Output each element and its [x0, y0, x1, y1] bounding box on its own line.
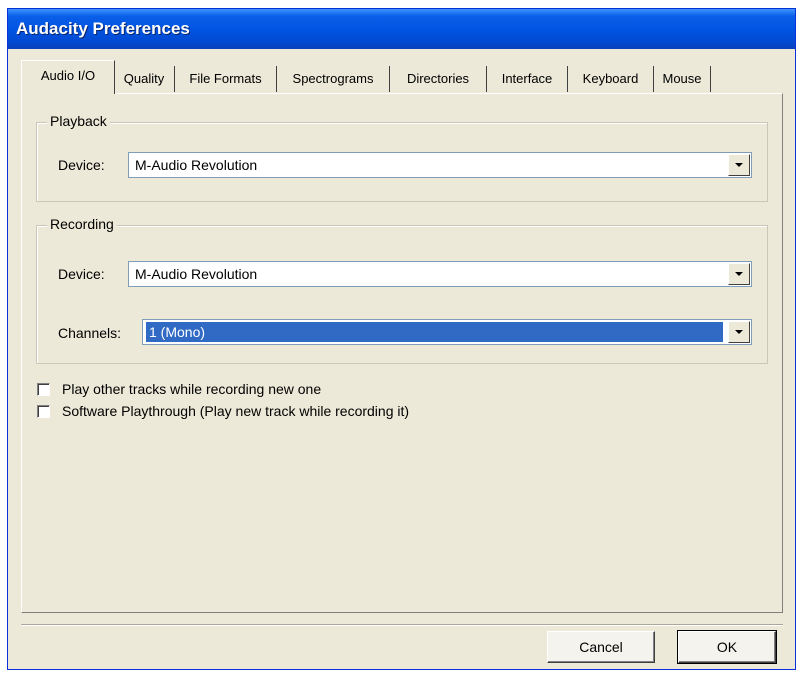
playback-group-label: Playback: [47, 113, 110, 129]
recording-device-label: Device:: [58, 266, 105, 282]
recording-group: Recording Device: M-Audio Revolution Cha…: [36, 216, 768, 364]
title-bar[interactable]: Audacity Preferences: [8, 9, 795, 49]
tab-directories[interactable]: Directories: [390, 66, 487, 92]
play-other-tracks-label: Play other tracks while recording new on…: [62, 381, 322, 397]
play-other-tracks-option[interactable]: Play other tracks while recording new on…: [37, 381, 537, 398]
preferences-dialog: Audacity Preferences Audio I/O Quality F…: [7, 8, 796, 670]
recording-device-value: M-Audio Revolution: [135, 266, 258, 282]
tab-strip: Audio I/O Quality File Formats Spectrogr…: [21, 60, 781, 94]
chevron-down-icon[interactable]: [728, 321, 750, 343]
tab-file-formats[interactable]: File Formats: [175, 66, 277, 92]
tab-spectrograms[interactable]: Spectrograms: [277, 66, 390, 92]
tab-interface[interactable]: Interface: [487, 66, 568, 92]
cancel-button[interactable]: Cancel: [547, 631, 655, 663]
software-playthrough-checkbox[interactable]: [37, 405, 50, 418]
recording-device-select[interactable]: M-Audio Revolution: [128, 261, 752, 287]
playback-device-select[interactable]: M-Audio Revolution: [128, 152, 752, 178]
channels-label: Channels:: [58, 325, 122, 341]
tab-quality[interactable]: Quality: [114, 66, 175, 92]
playback-device-label: Device:: [58, 157, 105, 173]
chevron-down-icon[interactable]: [728, 154, 750, 176]
divider: [21, 625, 783, 626]
tab-keyboard[interactable]: Keyboard: [568, 66, 654, 92]
software-playthrough-option[interactable]: Software Playthrough (Play new track whi…: [37, 403, 537, 420]
chevron-down-icon[interactable]: [728, 263, 750, 285]
window-title: Audacity Preferences: [16, 19, 190, 38]
tab-audio-io[interactable]: Audio I/O: [21, 60, 115, 94]
playback-device-value: M-Audio Revolution: [135, 157, 258, 173]
playback-group: Playback Device: M-Audio Revolution: [36, 113, 768, 202]
ok-button[interactable]: OK: [677, 630, 777, 664]
tab-mouse[interactable]: Mouse: [654, 66, 711, 92]
channels-select[interactable]: 1 (Mono): [142, 319, 752, 345]
software-playthrough-label: Software Playthrough (Play new track whi…: [62, 403, 410, 419]
play-other-tracks-checkbox[interactable]: [37, 383, 50, 396]
recording-group-label: Recording: [47, 216, 117, 232]
channels-value: 1 (Mono): [146, 322, 723, 342]
audio-io-page: Playback Device: M-Audio Revolution Reco…: [21, 93, 783, 613]
